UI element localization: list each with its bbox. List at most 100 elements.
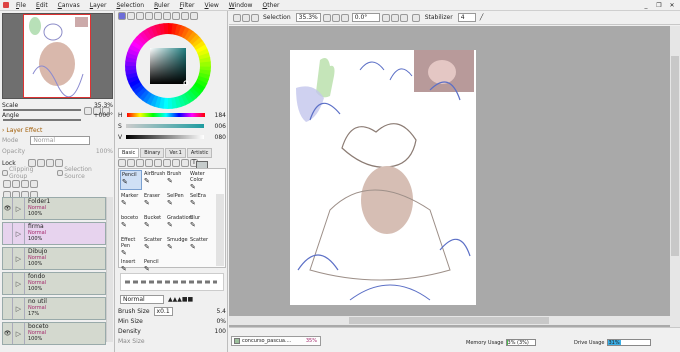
s-slider[interactable] [125, 124, 204, 128]
color-wheel-icon[interactable] [118, 12, 126, 20]
zoom-out-icon[interactable] [322, 13, 331, 22]
menu-file[interactable]: File [11, 0, 31, 11]
zoom-tool-icon[interactable] [154, 159, 162, 167]
menu-other[interactable]: Other [257, 0, 284, 11]
navigator-preview[interactable] [2, 13, 113, 99]
menu-ruler[interactable]: Ruler [149, 0, 175, 11]
brush-size-value[interactable]: 5.4 [216, 308, 226, 315]
brush-tool-water-color[interactable]: Water Color ✎ [189, 170, 211, 191]
brush-tool-effect-pen[interactable]: Effect Pen ✎ [120, 236, 142, 257]
swatch-icon[interactable] [163, 12, 171, 20]
selection-source-checkbox[interactable] [57, 170, 64, 176]
pen-icon[interactable]: ╱ [480, 14, 484, 21]
brush-tool-selera[interactable]: SelEra ✎ [189, 192, 211, 212]
palette-icon[interactable] [190, 12, 198, 20]
vertical-scroll-thumb[interactable] [671, 56, 679, 256]
magic-wand-icon[interactable] [136, 159, 144, 167]
invert-selection-icon[interactable] [242, 13, 250, 22]
menu-filter[interactable]: Filter [175, 0, 200, 11]
rgb-slider-icon[interactable] [127, 12, 135, 20]
layer-row[interactable]: ▷ Dibujo Normal 100% [2, 247, 106, 270]
tool-tab[interactable]: Ver.1 [165, 148, 186, 158]
menu-window[interactable]: Window [224, 0, 258, 11]
new-layer-icon[interactable] [3, 180, 11, 188]
eye-hidden-icon[interactable] [3, 273, 13, 294]
density-value[interactable]: 100 [215, 328, 226, 335]
lasso-tool-icon[interactable] [127, 159, 135, 167]
zoom-in-icon[interactable] [331, 13, 340, 22]
menu-layer[interactable]: Layer [85, 0, 112, 11]
hsv-icon[interactable] [145, 12, 153, 20]
horizontal-scrollbar[interactable] [229, 316, 670, 325]
new-linework-icon[interactable] [21, 180, 29, 188]
tool-tab[interactable]: Binary [140, 148, 165, 158]
menu-selection[interactable]: Selection [111, 0, 149, 11]
brush-tool-marker[interactable]: Marker ✎ [120, 192, 142, 212]
eye-icon[interactable]: 👁 [3, 198, 13, 219]
h-slider[interactable] [126, 113, 205, 117]
brush-tool-eraser[interactable]: Eraser ✎ [143, 192, 165, 212]
tool-tab[interactable]: Basic [118, 148, 140, 158]
brush-tip-triangle-icon[interactable]: ▲▲▲■■ [168, 296, 193, 303]
menu-edit[interactable]: Edit [31, 0, 53, 11]
scratchpad-icon[interactable] [172, 12, 180, 20]
brush-tool-brush[interactable]: Brush ✎ [166, 170, 188, 190]
eye-hidden-icon[interactable] [3, 223, 13, 244]
layer-scrollbar[interactable] [106, 197, 113, 342]
min-size-value[interactable]: 0% [216, 318, 226, 325]
vertical-scrollbar[interactable] [670, 26, 680, 328]
mode-select[interactable]: Normal [30, 135, 91, 145]
brush-tool-bucket[interactable]: Bucket ✎ [143, 214, 165, 234]
minimize-button[interactable]: _ [640, 1, 652, 10]
toolbox-scrollbar[interactable] [216, 194, 224, 266]
brush-tool-pencil[interactable]: Pencil ✎ [120, 170, 142, 190]
brush-tool-scatter[interactable]: Scatter ✎ [143, 236, 165, 256]
color-mix-icon[interactable] [154, 12, 162, 20]
angle-slider[interactable] [3, 119, 81, 121]
trash-icon[interactable] [30, 180, 38, 188]
rotate-right-icon[interactable] [390, 13, 399, 22]
pad-icon[interactable] [181, 12, 189, 20]
layer-row[interactable]: ▷ fondo Normal 100% [2, 272, 106, 295]
navigator-viewport[interactable] [23, 14, 91, 98]
clipping-checkbox[interactable] [2, 170, 8, 176]
brush-shape-panel[interactable] [120, 273, 224, 291]
brush-tool-boceto[interactable]: boceto ✎ [120, 214, 142, 234]
stabilizer-select[interactable]: 4 [457, 13, 476, 22]
select-tool-icon[interactable] [118, 159, 126, 167]
zoom-fit-icon[interactable] [340, 13, 349, 22]
brush-tool-airbrush[interactable]: AirBrush ✎ [143, 170, 165, 190]
rotate-left-icon[interactable] [381, 13, 390, 22]
horizontal-scroll-thumb[interactable] [349, 317, 549, 324]
brush-tool-smudge[interactable]: Smudge ✎ [166, 236, 188, 256]
menu-canvas[interactable]: Canvas [53, 0, 85, 11]
new-folder-icon[interactable] [12, 180, 20, 188]
flip-icon[interactable] [411, 13, 420, 22]
brush-tool-selpen[interactable]: SelPen ✎ [166, 192, 188, 212]
rotate-tool-icon[interactable] [163, 159, 171, 167]
layer-row[interactable]: 👁 ▷ boceto Normal 100% [2, 322, 106, 345]
brush-tool-scatter[interactable]: Scatter ✎ [189, 236, 211, 256]
eyedropper-icon[interactable] [181, 159, 189, 167]
menu-view[interactable]: View [200, 0, 224, 11]
layer-row[interactable]: ▷ no util Normal 17% [2, 297, 106, 320]
layer-row[interactable]: 👁 ▷ Folder1 Normal 100% [2, 197, 106, 220]
layer-effect-header[interactable]: › Layer Effect [2, 126, 42, 134]
brush-size-multiplier[interactable]: x0.1 [153, 306, 173, 316]
drawing-canvas[interactable] [290, 50, 476, 305]
eye-hidden-icon[interactable] [3, 298, 13, 319]
close-button[interactable]: ✕ [666, 1, 678, 10]
color-wheel[interactable] [124, 22, 212, 110]
rotation-input[interactable]: 0.0° [351, 13, 380, 22]
canvas-viewport[interactable] [229, 26, 670, 328]
zoom-input[interactable]: 35.3% [295, 13, 321, 22]
rotate-reset-icon[interactable] [399, 13, 408, 22]
eye-icon[interactable]: 👁 [3, 323, 13, 344]
hsv-slider-icon[interactable] [136, 12, 144, 20]
lock-all-icon[interactable] [54, 159, 63, 167]
brush-tool-gradation[interactable]: Gradation ✎ [166, 214, 192, 234]
document-tab[interactable]: concurso_pascua.... 35% [231, 336, 321, 346]
v-slider[interactable] [126, 135, 205, 139]
move-tool-icon[interactable] [145, 159, 153, 167]
layer-row[interactable]: ▷ firma Normal 100% [2, 222, 106, 245]
